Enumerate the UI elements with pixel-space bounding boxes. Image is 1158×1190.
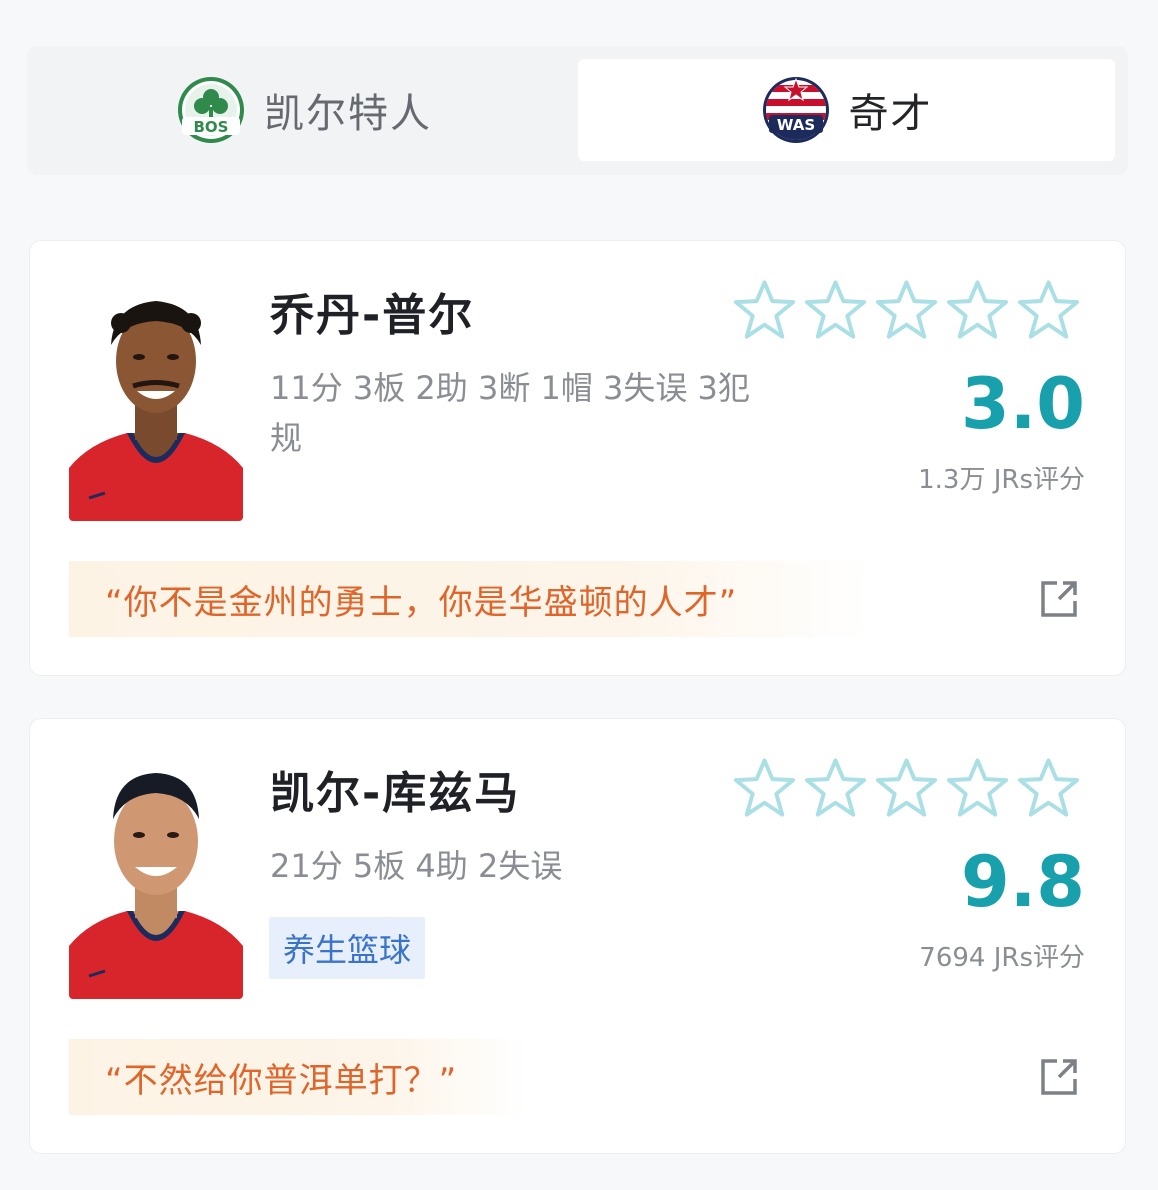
- player-name: 乔丹-普尔: [270, 290, 475, 341]
- player-stats: 21分 5板 4助 2失误: [270, 847, 563, 885]
- team-tabs: BOS 凯尔特人 WAS 奇才: [27, 46, 1128, 175]
- rater-count: 7694 JRs评分: [919, 943, 1085, 973]
- player-rating-card[interactable]: 凯尔-库兹马 21分 5板 4助 2失误 养生篮球 9.8 7694 JRs评分…: [29, 718, 1126, 1154]
- star-icon[interactable]: [1016, 757, 1081, 819]
- player-score: 9.8: [960, 841, 1085, 923]
- player-score: 3.0: [960, 363, 1085, 445]
- rater-count: 1.3万 JRs评分: [918, 465, 1085, 495]
- player-avatar: [69, 761, 243, 999]
- star-icon[interactable]: [732, 757, 797, 819]
- star-icon[interactable]: [945, 279, 1010, 341]
- tab-wizards[interactable]: WAS 奇才: [578, 59, 1115, 161]
- player-rating-card[interactable]: 乔丹-普尔 11分 3板 2助 3断 1帽 3失误 3犯规 3.0 1.3万 J…: [29, 240, 1126, 676]
- player-tag[interactable]: 养生篮球: [269, 917, 426, 979]
- svg-text:BOS: BOS: [194, 118, 229, 136]
- svg-text:WAS: WAS: [776, 116, 814, 134]
- tab-celtics[interactable]: BOS 凯尔特人: [35, 59, 573, 161]
- star-icon[interactable]: [1016, 279, 1081, 341]
- wizards-logo-icon: WAS: [762, 77, 829, 143]
- player-photo-icon: [69, 761, 243, 999]
- rating-stars: [732, 757, 1081, 819]
- top-comment[interactable]: “你不是金州的勇士，你是华盛顿的人才”: [69, 561, 869, 637]
- share-icon[interactable]: [1037, 577, 1081, 621]
- player-name: 凯尔-库兹马: [270, 768, 521, 819]
- star-icon[interactable]: [803, 757, 868, 819]
- top-comment[interactable]: “不然给你普洱单打？”: [69, 1039, 529, 1115]
- star-icon[interactable]: [732, 279, 797, 341]
- star-icon[interactable]: [874, 757, 939, 819]
- tab-celtics-label: 凯尔特人: [264, 91, 432, 137]
- player-stats: 11分 3板 2助 3断 1帽 3失误 3犯规: [270, 369, 750, 457]
- star-icon[interactable]: [874, 279, 939, 341]
- celtics-logo-icon: BOS: [178, 77, 244, 143]
- share-icon[interactable]: [1037, 1055, 1081, 1099]
- star-icon[interactable]: [803, 279, 868, 341]
- star-icon[interactable]: [945, 757, 1010, 819]
- player-photo-icon: [69, 283, 243, 521]
- tab-wizards-label: 奇才: [848, 91, 933, 137]
- rating-stars: [732, 279, 1081, 341]
- player-avatar: [69, 283, 243, 521]
